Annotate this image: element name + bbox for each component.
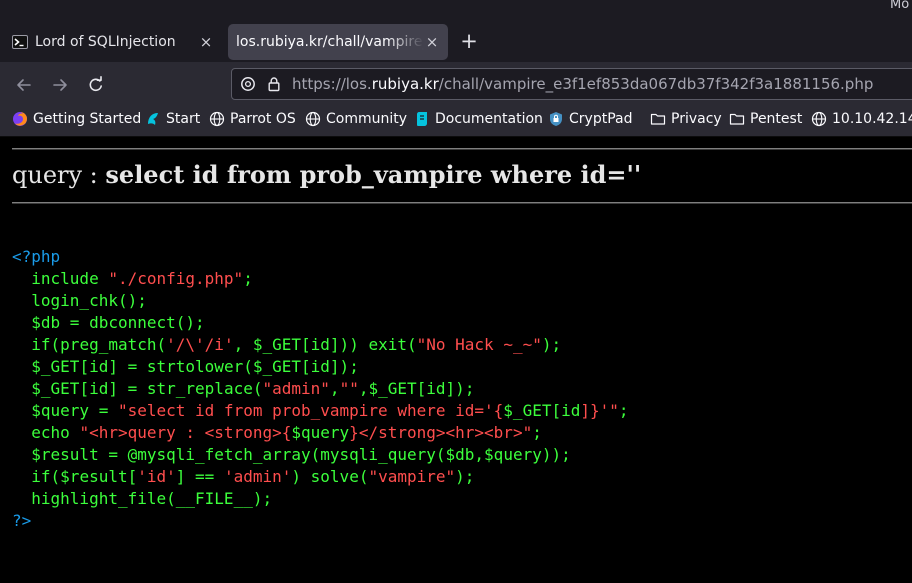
- bookmark-community[interactable]: Community: [305, 111, 407, 127]
- code-line: $_GET[id] = strtolower($_GET[id]);: [12, 357, 359, 376]
- lock-icon[interactable]: [266, 76, 282, 92]
- bookmark-folder-privacy[interactable]: Privacy: [650, 111, 722, 127]
- folder-icon: [729, 111, 745, 127]
- arrow-right-icon: [53, 79, 67, 91]
- url-path: /chall/vampire_e3f1ef853da067db37f342f3a…: [438, 75, 874, 93]
- divider-bottom: [12, 202, 912, 204]
- url-prefix: https://los.: [292, 75, 372, 93]
- url-host: rubiya.kr: [371, 75, 439, 93]
- bookmark-folder-pentest[interactable]: Pentest: [729, 111, 802, 127]
- globe-icon: [305, 111, 321, 127]
- code-line: echo "<hr>query : <strong>{$query}</stro…: [12, 423, 542, 442]
- tab-close-icon[interactable]: ×: [424, 33, 440, 51]
- folder-icon: [650, 111, 666, 127]
- tab-title: Lord of SQLInjection: [35, 34, 176, 50]
- tab-title: los.rubiya.kr/chall/vampire_e3f1ef853da0…: [236, 34, 424, 50]
- code-line: highlight_file(__FILE__);: [12, 489, 273, 508]
- code-line: if($result['id'] == 'admin') solve("vamp…: [12, 467, 475, 486]
- code-line: $db = dbconnect();: [12, 313, 205, 332]
- new-tab-button[interactable]: +: [458, 31, 480, 53]
- query-line: query : select id from prob_vampire wher…: [12, 160, 641, 189]
- firefox-icon: [12, 111, 28, 127]
- parrot-icon: [145, 111, 161, 127]
- query-value: select id from prob_vampire where id='': [105, 160, 642, 189]
- code-line: $_GET[id] = str_replace("admin","",$_GET…: [12, 379, 475, 398]
- site-info-icon[interactable]: [240, 76, 256, 92]
- bookmark-documentation[interactable]: Documentation: [414, 111, 543, 127]
- php-source-code: <?php include "./config.php"; login_chk(…: [12, 246, 629, 532]
- cryptpad-icon: [548, 111, 564, 127]
- divider-top: [12, 148, 912, 150]
- code-line: if(preg_match('/\'/i', $_GET[id])) exit(…: [12, 335, 562, 354]
- reload-icon: [89, 76, 102, 92]
- tab-strip: Mo Lord of SQLInjection × los.rubiya.kr/…: [0, 0, 912, 62]
- globe-icon: [811, 111, 827, 127]
- tab-vampire[interactable]: los.rubiya.kr/chall/vampire_e3f1ef853da0…: [228, 24, 448, 60]
- globe-icon: [209, 111, 225, 127]
- code-line: ?>: [12, 511, 32, 530]
- bookmark-ip[interactable]: 10.10.42.143: [811, 111, 912, 127]
- bookmark-parrot-os[interactable]: Parrot OS: [209, 111, 296, 127]
- window-corner-text: Mo: [890, 0, 910, 12]
- forward-button[interactable]: [49, 74, 71, 96]
- url-text[interactable]: https://los.rubiya.kr/chall/vampire_e3f1…: [292, 75, 873, 93]
- tab-close-icon[interactable]: ×: [198, 33, 214, 51]
- code-line: $result = @mysqli_fetch_array(mysqli_que…: [12, 445, 571, 464]
- query-label: query :: [12, 161, 106, 189]
- code-line: <?php: [12, 247, 61, 266]
- code-line: $query = "select id from prob_vampire wh…: [12, 401, 629, 420]
- tab-lord-of-sqlinjection[interactable]: Lord of SQLInjection ×: [4, 24, 222, 60]
- bookmarks-toolbar: Getting Started Start Parrot OS Communit…: [0, 106, 912, 137]
- doc-icon: [414, 111, 430, 127]
- arrow-left-icon: [17, 79, 31, 91]
- code-line: login_chk();: [12, 291, 147, 310]
- terminal-icon: [12, 34, 28, 50]
- bookmark-cryptpad[interactable]: CryptPad: [548, 111, 632, 127]
- bookmark-start[interactable]: Start: [145, 111, 200, 127]
- reload-button[interactable]: [85, 74, 107, 96]
- bookmark-getting-started[interactable]: Getting Started: [12, 111, 141, 127]
- code-line: include "./config.php";: [12, 269, 253, 288]
- back-button[interactable]: [13, 74, 35, 96]
